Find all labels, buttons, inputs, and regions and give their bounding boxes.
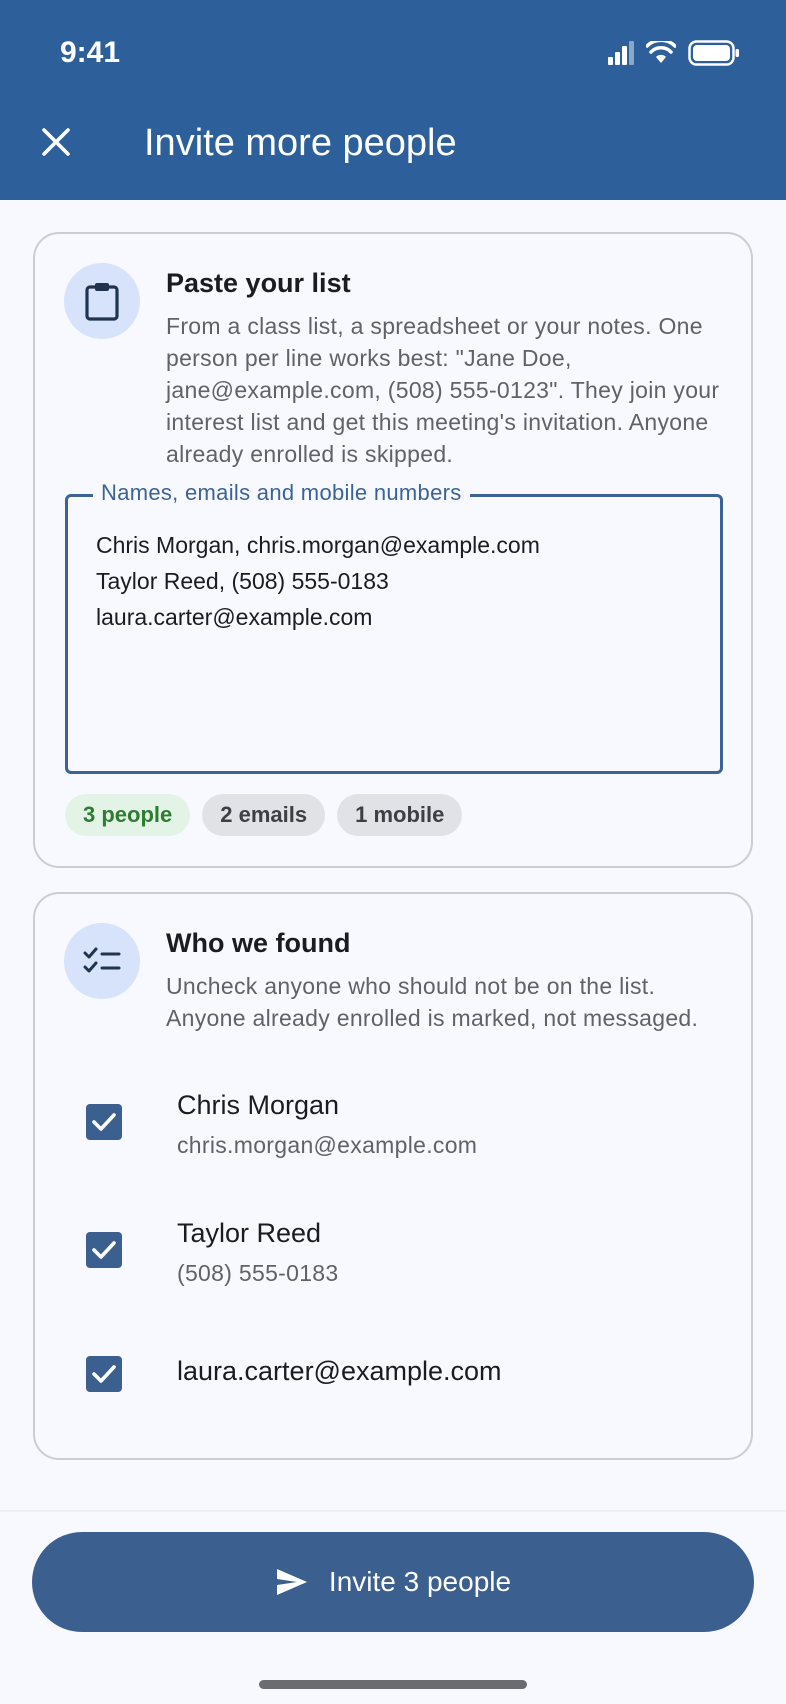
page-title: Invite more people [144, 122, 457, 164]
summary-chips: 3 people 2 emails 1 mobile [65, 794, 463, 836]
list-text-value[interactable]: Chris Morgan, chris.morgan@example.com T… [96, 527, 540, 635]
signal-icon [608, 41, 634, 65]
close-button[interactable] [32, 118, 80, 166]
mobile-count-chip: 1 mobile [337, 794, 463, 836]
close-icon [42, 128, 70, 156]
person-row-laura[interactable]: laura.carter@example.com [35, 1330, 751, 1440]
status-time: 9:41 [60, 36, 121, 69]
check-icon [92, 1365, 116, 1383]
wifi-icon [646, 41, 676, 63]
checklist-icon-circle [64, 923, 140, 999]
person-name: Taylor Reed [177, 1218, 322, 1248]
person-detail: chris.morgan@example.com [177, 1132, 478, 1158]
battery-icon [688, 40, 739, 66]
list-text-field[interactable]: Chris Morgan, chris.morgan@example.com T… [65, 494, 723, 774]
clipboard-icon [85, 283, 119, 321]
clipboard-icon-circle [64, 263, 140, 339]
person-name: Chris Morgan [177, 1090, 340, 1120]
paste-list-card: Paste your list From a class list, a spr… [33, 232, 753, 868]
person-row-taylor[interactable]: Taylor Reed (508) 555-0183 [35, 1202, 751, 1312]
found-card-title: Who we found [166, 928, 351, 958]
person-checkbox[interactable] [86, 1232, 122, 1268]
person-row-chris[interactable]: Chris Morgan chris.morgan@example.com [35, 1074, 751, 1184]
check-icon [92, 1113, 116, 1131]
person-checkbox[interactable] [86, 1356, 122, 1392]
bottom-divider [0, 1510, 786, 1512]
check-icon [92, 1241, 116, 1259]
checklist-icon [83, 947, 121, 973]
person-name: laura.carter@example.com [177, 1356, 502, 1386]
paste-card-description: From a class list, a spreadsheet or your… [166, 313, 720, 467]
home-indicator [259, 1680, 527, 1689]
found-people-card: Who we found Uncheck anyone who should n… [33, 892, 753, 1460]
person-detail: (508) 555-0183 [177, 1260, 339, 1286]
people-count-chip: 3 people [65, 794, 191, 836]
app-bar: 9:41 Invite more people [0, 0, 786, 200]
invite-button-label: Invite 3 people [328, 1566, 512, 1597]
send-icon [276, 1569, 307, 1595]
list-field-label: Names, emails and mobile numbers [93, 480, 470, 506]
status-icons [608, 40, 740, 66]
found-card-description: Uncheck anyone who should not be on the … [166, 973, 699, 1031]
paste-card-title: Paste your list [166, 268, 351, 298]
person-checkbox[interactable] [86, 1104, 122, 1140]
invite-button[interactable]: Invite 3 people [32, 1532, 754, 1632]
email-count-chip: 2 emails [202, 794, 326, 836]
